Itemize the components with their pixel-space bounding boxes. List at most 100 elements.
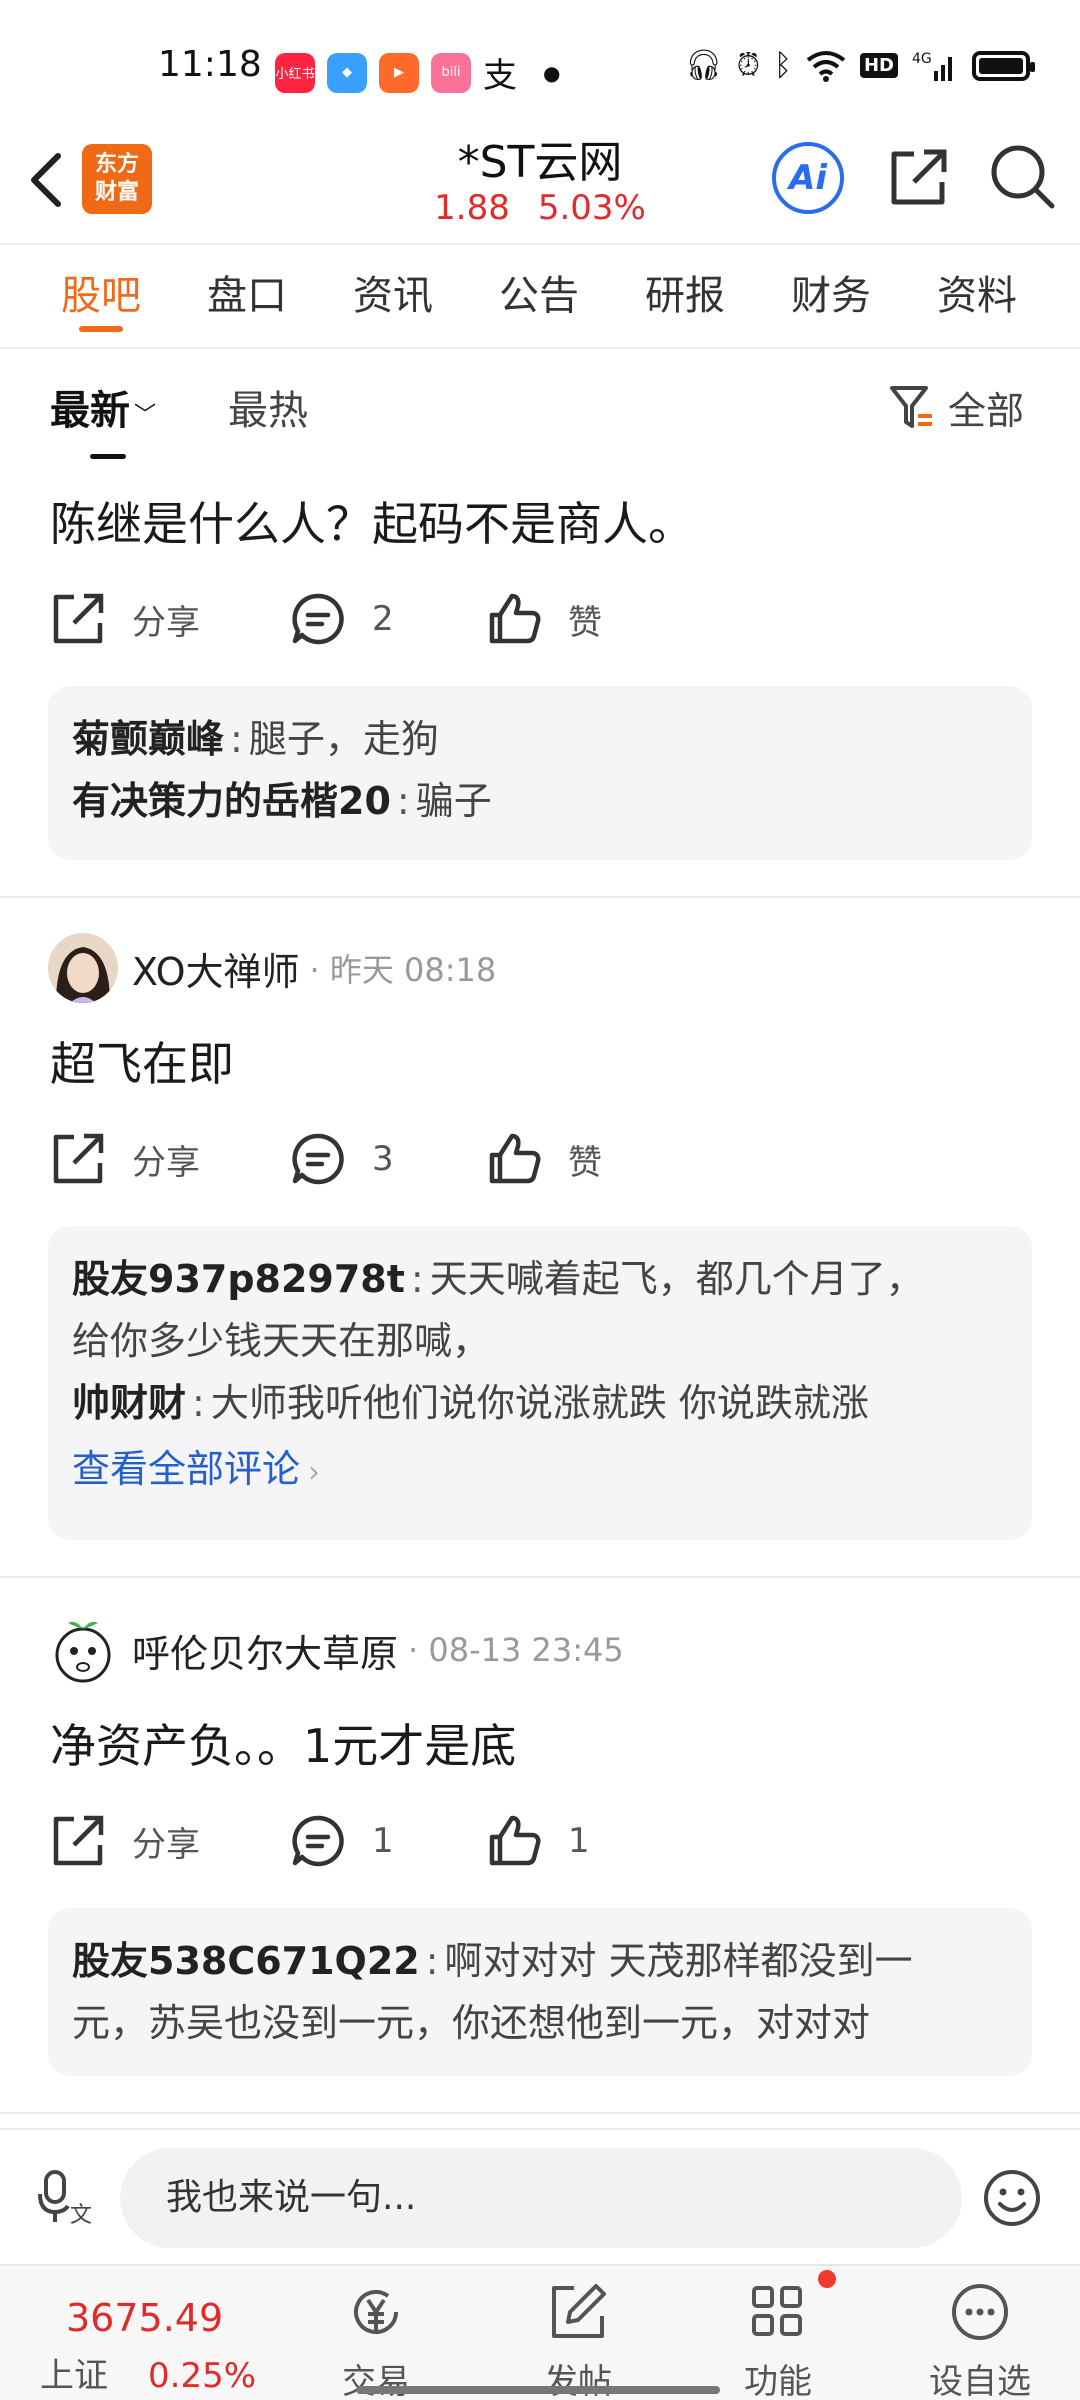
sort-hot[interactable]: 最热: [228, 378, 308, 436]
video-app-icon: ▶: [379, 52, 419, 93]
battery-icon: [972, 50, 1035, 81]
like-action[interactable]: 1: [486, 1806, 590, 1876]
more-notifications-dot-icon: ●: [543, 60, 561, 85]
sort-latest-label: 最新: [50, 388, 130, 434]
more-dots-icon: [952, 2284, 1008, 2340]
status-time: 11:18: [158, 44, 262, 85]
comment-user[interactable]: 股友538C671Q22: [72, 1939, 420, 1983]
sort-active-indicator: [90, 454, 126, 459]
share-action[interactable]: 分享: [50, 1124, 200, 1194]
share-label: 分享: [132, 602, 200, 643]
post-actions: 分享 3 赞: [50, 1124, 750, 1194]
avatar[interactable]: [48, 1615, 118, 1685]
index-name: 上证: [40, 2356, 108, 2396]
nav-trade-label: 交易: [342, 2362, 410, 2400]
tab-announcements[interactable]: 公告: [466, 246, 612, 346]
view-all-comments-link[interactable]: 查看全部评论 ›: [72, 1434, 1008, 1508]
bottom-nav: 3675.49 上证 0.25% 交易 发帖 功能 设自选: [0, 2264, 1080, 2400]
xiaohongshu-icon: 小红书: [275, 52, 315, 93]
comment-user[interactable]: 帅财财: [72, 1381, 186, 1425]
emoji-icon[interactable]: [982, 2168, 1042, 2228]
comment-action[interactable]: 1: [290, 1806, 394, 1876]
home-indicator[interactable]: [356, 2386, 720, 2394]
comment-sep: :: [396, 779, 410, 823]
nav-functions[interactable]: 功能: [708, 2280, 848, 2400]
share-icon[interactable]: [886, 146, 950, 210]
post-divider: [0, 1576, 1080, 1578]
search-icon[interactable]: [988, 142, 1056, 210]
bluetooth-icon: ᛒ: [773, 48, 792, 83]
comment-user[interactable]: 有决策力的岳楷20: [72, 779, 391, 823]
svg-text:文: 文: [70, 2203, 92, 2226]
comment-action[interactable]: 2: [290, 584, 394, 654]
comment-action[interactable]: 3: [290, 1124, 394, 1194]
post-text[interactable]: 超飞在即: [50, 1028, 234, 1094]
tab-news[interactable]: 资讯: [320, 246, 466, 346]
author-row[interactable]: 呼伦贝尔大草原 · 08-13 23:45: [48, 1612, 624, 1688]
like-action[interactable]: 赞: [486, 1124, 602, 1194]
tabs-divider: [0, 347, 1080, 349]
tab-pankou[interactable]: 盘口: [174, 246, 320, 346]
hd-icon: HD: [859, 53, 898, 78]
post-divider: [0, 896, 1080, 898]
view-all-label: 查看全部评论: [72, 1447, 301, 1491]
post-time: · 昨天 08:18: [309, 951, 497, 989]
nav-post-label: 发帖: [544, 2362, 612, 2400]
comment-icon: [292, 593, 344, 645]
post-text[interactable]: 净资产负。。1元才是底: [50, 1710, 516, 1776]
nav-post[interactable]: 发帖: [508, 2280, 648, 2400]
post-divider: [0, 2112, 1080, 2114]
share-action[interactable]: 分享: [50, 1806, 200, 1876]
author-name[interactable]: XO大禅师: [132, 941, 300, 996]
post-actions: 分享 2 赞: [50, 584, 750, 654]
like-count: 1: [568, 1821, 590, 1861]
post-text[interactable]: 陈继是什么人？起码不是商人。: [50, 488, 694, 554]
comment-text: 腿子，走狗: [248, 717, 439, 761]
ai-assistant-icon[interactable]: Ai: [772, 142, 844, 214]
market-index-ticker[interactable]: 3675.49 上证 0.25%: [40, 2296, 280, 2397]
tab-profile[interactable]: 资料: [904, 246, 1050, 346]
bilibili-icon: bili: [431, 52, 471, 93]
stock-change-pct: 5.03%: [537, 188, 646, 228]
voice-input-icon[interactable]: 文: [36, 2166, 96, 2226]
comment-input-bar: 文 我也来说一句...: [0, 2128, 1080, 2264]
comment-preview-box[interactable]: 股友538C671Q22: 啊对对对 天茂那样都没到一 元，苏吴也没到一元，你还想…: [48, 1908, 1032, 2076]
tab-research[interactable]: 研报: [612, 246, 758, 346]
comment-preview-box[interactable]: 股友937p82978t: 天天喊着起飞，都几个月了， 给你多少钱天天在那喊， 帅…: [48, 1226, 1032, 1540]
tab-guba[interactable]: 股吧: [28, 246, 174, 346]
comment-sep: :: [425, 1939, 439, 1983]
post-time: · 08-13 23:45: [408, 1631, 624, 1669]
alipay-icon: 支: [483, 56, 517, 96]
index-change-pct: 0.25%: [148, 2356, 257, 2396]
comment-preview: 菊颤巅峰: 腿子，走狗: [72, 708, 1008, 770]
share-icon: [53, 593, 104, 644]
avatar[interactable]: [48, 933, 118, 1003]
trade-yen-icon: [354, 2290, 398, 2334]
compose-icon: [552, 2284, 606, 2338]
comment-preview: 股友937p82978t: 天天喊着起飞，都几个月了，: [72, 1248, 1008, 1310]
comment-preview: 帅财财: 大师我听他们说你说涨就跌 你说跌就涨: [72, 1372, 1008, 1434]
sort-bar: 最新 ﹀ 最热 全部: [0, 370, 1080, 460]
comment-preview-box[interactable]: 菊颤巅峰: 腿子，走狗 有决策力的岳楷20: 骗子: [48, 686, 1032, 860]
share-action[interactable]: 分享: [50, 584, 200, 654]
comment-sep: :: [192, 1381, 205, 1425]
author-name[interactable]: 呼伦贝尔大草原: [132, 1623, 398, 1678]
comment-user[interactable]: 股友937p82978t: [72, 1257, 405, 1301]
nav-trade[interactable]: 交易: [306, 2280, 446, 2400]
nav-add-watchlist[interactable]: 设自选: [910, 2280, 1050, 2400]
comment-user[interactable]: 菊颤巅峰: [72, 717, 224, 761]
comment-text: 大师我听他们说你说涨就跌 你说跌就涨: [210, 1381, 869, 1425]
comment-input[interactable]: 我也来说一句...: [120, 2148, 962, 2248]
author-row[interactable]: XO大禅师 · 昨天 08:18: [48, 930, 496, 1006]
index-value: 3675.49: [66, 2296, 224, 2340]
tab-finance[interactable]: 财务: [758, 246, 904, 346]
like-action[interactable]: 赞: [486, 584, 602, 654]
filter-all[interactable]: 全部: [948, 380, 1024, 435]
post-actions: 分享 1 1: [50, 1806, 750, 1876]
chevron-down-icon: ﹀: [134, 403, 157, 428]
filter-icon[interactable]: [888, 382, 934, 432]
wifi-icon: [806, 50, 846, 82]
sort-latest-dropdown[interactable]: 最新 ﹀: [50, 378, 156, 436]
comment-text-continued: 给你多少钱天天在那喊，: [72, 1319, 491, 1363]
comment-text-continued: 元，苏吴也没到一元，你还想他到一元，对对对: [72, 2001, 871, 2045]
